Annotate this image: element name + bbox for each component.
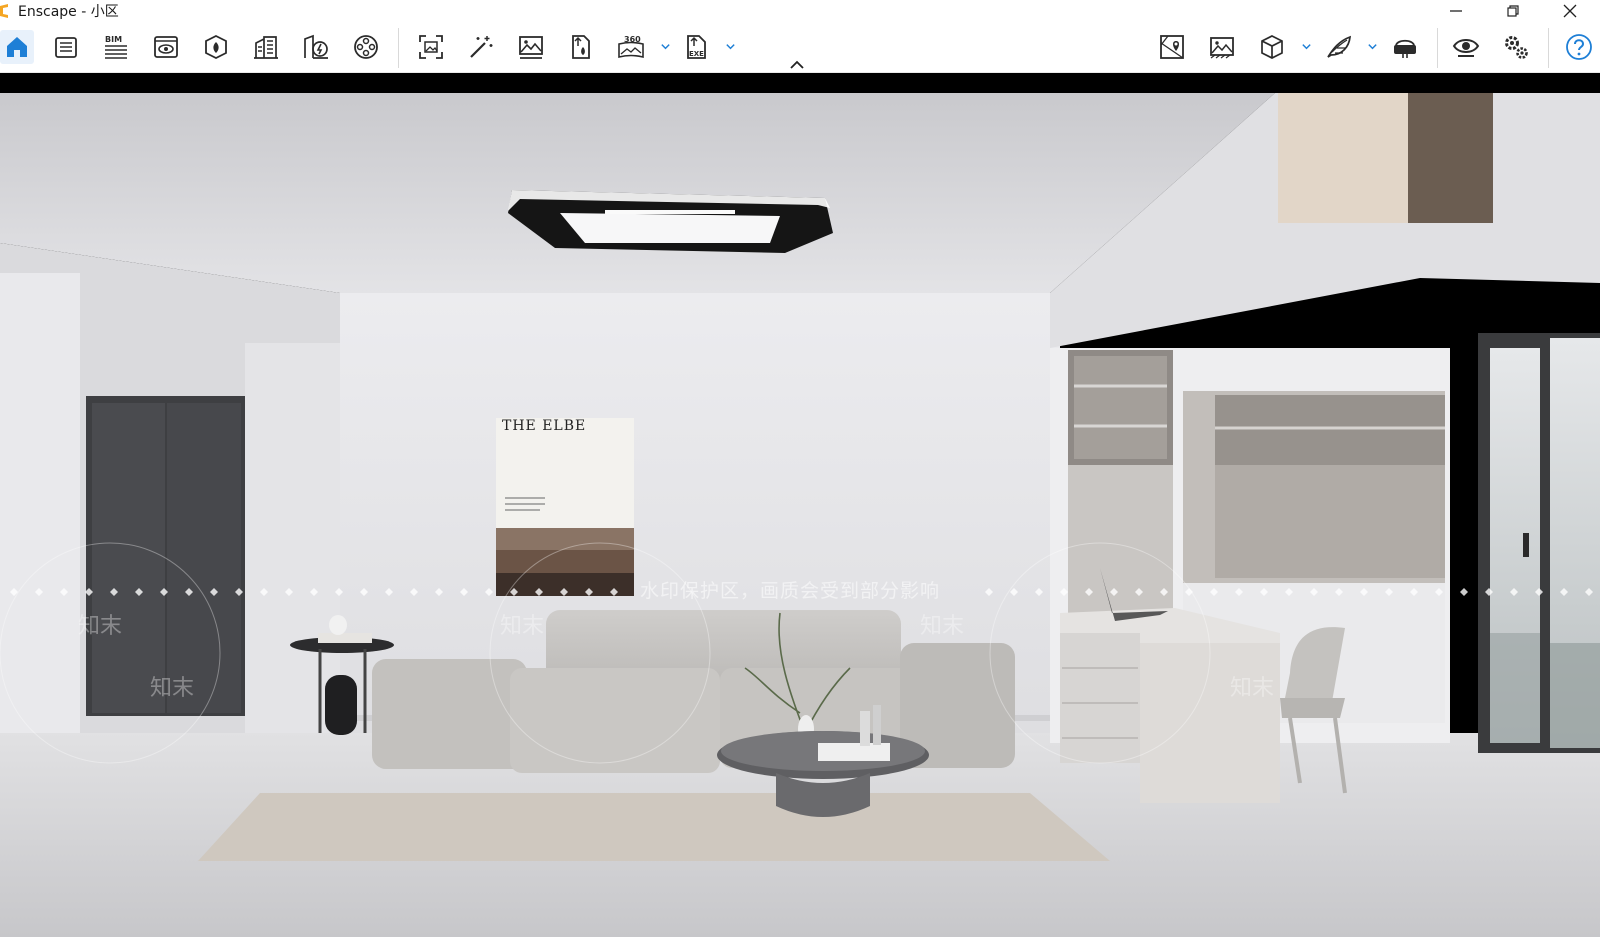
document-list-button[interactable] (49, 30, 83, 64)
asset-library-button[interactable] (199, 30, 233, 64)
magic-wand-icon (470, 36, 493, 58)
watermark-logo: 知末 (920, 614, 965, 639)
close-icon (1563, 4, 1577, 18)
chevron-up-icon (790, 60, 804, 69)
gallery-button[interactable] (1205, 30, 1239, 64)
cube-view-dropdown[interactable] (1300, 40, 1312, 52)
visibility-button[interactable] (1449, 30, 1483, 64)
feather-dropdown[interactable] (1366, 40, 1378, 52)
help-icon (1566, 34, 1592, 60)
rendered-scene[interactable] (0, 93, 1600, 937)
export-file-icon (572, 35, 590, 59)
home-button[interactable] (0, 30, 34, 64)
bim-button[interactable]: BIM (99, 30, 133, 64)
view-eye-icon (154, 36, 178, 58)
video-reel-button[interactable] (349, 30, 383, 64)
building-icon (254, 36, 278, 59)
living-room-render (0, 93, 1600, 937)
collapse-toolbar-button[interactable] (789, 58, 805, 70)
live-update-button[interactable] (299, 30, 333, 64)
home-icon (7, 37, 27, 57)
image-button[interactable] (514, 30, 548, 64)
watermark-notice: 水印保护区，画质会受到部分影响 (640, 580, 941, 602)
panorama-360-icon: 360 (618, 35, 644, 59)
render-viewport[interactable]: 水印保护区，画质会受到部分影响 知末 知末 知末 知末 知末 THE ELBE (0, 73, 1600, 937)
live-update-icon (304, 34, 328, 59)
panorama-dropdown[interactable] (659, 40, 671, 52)
document-list-icon (55, 37, 77, 58)
cube-view-button[interactable] (1255, 30, 1289, 64)
building-button[interactable] (249, 30, 283, 64)
svg-text:EXE: EXE (689, 50, 704, 58)
screenshot-icon (419, 35, 443, 59)
map-view-button[interactable] (1155, 30, 1189, 64)
minimize-icon (1450, 10, 1462, 12)
watermark-logo: 知末 (1230, 676, 1275, 701)
toolbar-separator (398, 28, 399, 68)
exe-dropdown[interactable] (724, 40, 736, 52)
settings-icon (1505, 36, 1528, 59)
feather-button[interactable] (1322, 30, 1356, 64)
svg-text:BIM: BIM (105, 35, 122, 44)
window-title: Enscape - 小区 (18, 4, 119, 20)
chevron-down-icon (725, 43, 735, 49)
vr-headset-icon (1394, 39, 1416, 58)
exe-export-button[interactable]: EXE (680, 30, 714, 64)
settings-button[interactable] (1499, 30, 1533, 64)
feather-icon (1327, 35, 1351, 58)
asset-library-icon (205, 34, 227, 60)
restore-button[interactable] (1490, 0, 1536, 22)
enscape-logo-icon (0, 4, 8, 18)
watermark-logo: 知末 (500, 614, 545, 639)
visibility-icon (1452, 39, 1480, 57)
cube-view-icon (1261, 35, 1283, 59)
toolbar-separator (1548, 28, 1549, 68)
help-button[interactable] (1562, 30, 1596, 64)
close-button[interactable] (1547, 0, 1593, 22)
exe-export-icon: EXE (687, 35, 706, 59)
watermark-logo: 知末 (150, 676, 195, 701)
map-view-icon (1160, 35, 1184, 59)
vr-headset-button[interactable] (1388, 30, 1422, 64)
image-icon (519, 36, 543, 59)
chevron-down-icon (660, 43, 670, 49)
view-button[interactable] (149, 30, 183, 64)
toolbar-separator (1437, 28, 1438, 68)
export-file-button[interactable] (564, 30, 598, 64)
panorama-360-button[interactable]: 360 (614, 30, 648, 64)
screenshot-button[interactable] (414, 30, 448, 64)
chevron-down-icon (1301, 43, 1311, 49)
chevron-down-icon (1367, 43, 1377, 49)
video-reel-icon (354, 35, 378, 59)
title-bar: Enscape - 小区 (0, 0, 1600, 22)
restore-icon (1507, 5, 1519, 17)
watermark-logo: 知末 (78, 614, 123, 639)
gallery-icon (1210, 37, 1234, 59)
poster-title: THE ELBE (502, 418, 587, 434)
bim-icon: BIM (105, 35, 127, 59)
minimize-button[interactable] (1433, 0, 1479, 22)
magic-wand-button[interactable] (464, 30, 498, 64)
